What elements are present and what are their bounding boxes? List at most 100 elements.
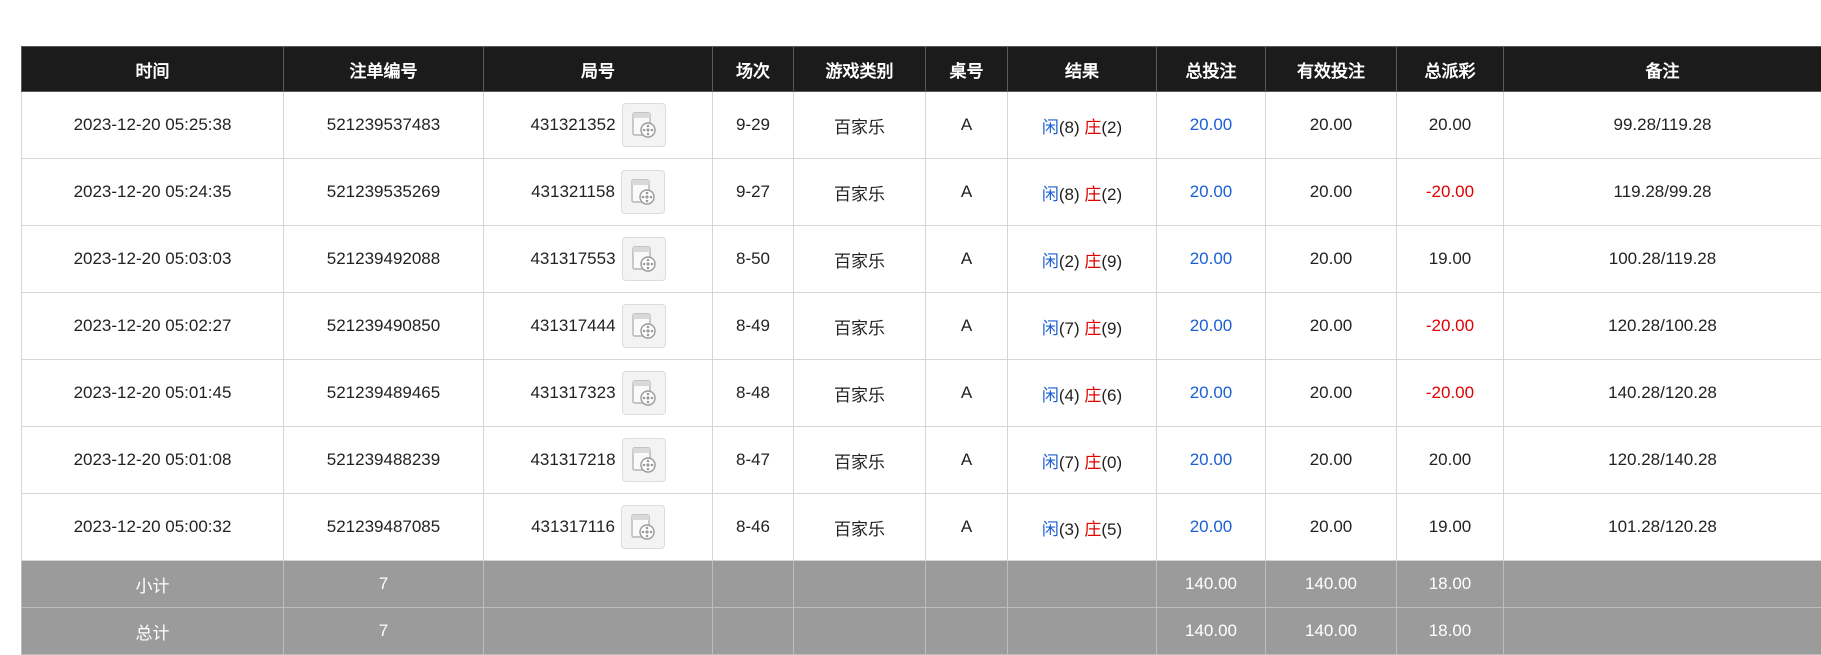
empty-cell: [1008, 608, 1157, 655]
video-replay-icon[interactable]: [622, 237, 666, 281]
cell-game-type: 百家乐: [794, 494, 926, 561]
cell-total-bet: 20.00: [1157, 226, 1266, 293]
result-banker-label: 庄: [1084, 386, 1101, 405]
video-replay-icon[interactable]: [622, 371, 666, 415]
video-replay-icon[interactable]: [622, 103, 666, 147]
result-player-label: 闲: [1042, 520, 1059, 539]
grandtotal-valid-bet: 140.00: [1266, 608, 1397, 655]
table-row: 2023-12-20 05:01:45 521239489465 4313173…: [22, 360, 1821, 427]
cell-session: 8-48: [713, 360, 794, 427]
cell-order-no: 521239487085: [284, 494, 484, 561]
video-replay-icon[interactable]: [621, 170, 665, 214]
cell-round-no: 431317553: [484, 226, 713, 293]
result-banker-label: 庄: [1084, 118, 1101, 137]
subtotal-label: 小计: [22, 561, 284, 608]
cell-time: 2023-12-20 05:00:32: [22, 494, 284, 561]
result-player-label: 闲: [1042, 453, 1059, 472]
header-remark: 备注: [1504, 47, 1821, 92]
cell-table-no: A: [926, 92, 1008, 159]
cell-game-type: 百家乐: [794, 293, 926, 360]
cell-table-no: A: [926, 360, 1008, 427]
subtotal-total-bet: 140.00: [1157, 561, 1266, 608]
cell-payout: -20.00: [1397, 293, 1504, 360]
empty-cell: [794, 561, 926, 608]
empty-cell: [1504, 608, 1821, 655]
cell-game-type: 百家乐: [794, 427, 926, 494]
grandtotal-total-bet: 140.00: [1157, 608, 1266, 655]
cell-total-bet: 20.00: [1157, 494, 1266, 561]
result-player-value: (3): [1059, 520, 1080, 539]
cell-result: 闲(3) 庄(5): [1008, 494, 1157, 561]
grandtotal-count: 7: [284, 608, 484, 655]
grandtotal-payout: 18.00: [1397, 608, 1504, 655]
cell-round-no: 431317218: [484, 427, 713, 494]
cell-remark: 120.28/100.28: [1504, 293, 1821, 360]
empty-cell: [713, 608, 794, 655]
cell-session: 9-29: [713, 92, 794, 159]
cell-time: 2023-12-20 05:25:38: [22, 92, 284, 159]
cell-valid-bet: 20.00: [1266, 494, 1397, 561]
cell-remark: 119.28/99.28: [1504, 159, 1821, 226]
cell-remark: 101.28/120.28: [1504, 494, 1821, 561]
cell-result: 闲(8) 庄(2): [1008, 92, 1157, 159]
result-banker-value: (0): [1101, 453, 1122, 472]
header-time: 时间: [22, 47, 284, 92]
cell-table-no: A: [926, 159, 1008, 226]
cell-total-bet: 20.00: [1157, 427, 1266, 494]
cell-payout: 19.00: [1397, 494, 1504, 561]
result-player-value: (8): [1059, 118, 1080, 137]
video-replay-icon[interactable]: [622, 438, 666, 482]
table-header-row: 时间 注单编号 局号 场次 游戏类别 桌号 结果 总投注 有效投注 总派彩 备注: [22, 47, 1821, 92]
cell-session: 8-50: [713, 226, 794, 293]
grandtotal-label: 总计: [22, 608, 284, 655]
header-valid-bet: 有效投注: [1266, 47, 1397, 92]
cell-total-bet: 20.00: [1157, 293, 1266, 360]
video-replay-icon[interactable]: [621, 505, 665, 549]
result-player-label: 闲: [1042, 252, 1059, 271]
empty-cell: [484, 561, 713, 608]
cell-valid-bet: 20.00: [1266, 92, 1397, 159]
result-banker-value: (6): [1101, 386, 1122, 405]
round-no-text: 431317323: [530, 383, 615, 403]
cell-total-bet: 20.00: [1157, 159, 1266, 226]
cell-payout: 19.00: [1397, 226, 1504, 293]
round-no-text: 431321158: [531, 182, 615, 202]
result-player-label: 闲: [1042, 319, 1059, 338]
cell-payout: -20.00: [1397, 159, 1504, 226]
table-row: 2023-12-20 05:02:27 521239490850 4313174…: [22, 293, 1821, 360]
subtotal-payout: 18.00: [1397, 561, 1504, 608]
round-no-text: 431321352: [530, 115, 615, 135]
cell-valid-bet: 20.00: [1266, 427, 1397, 494]
result-banker-value: (9): [1101, 319, 1122, 338]
result-banker-label: 庄: [1084, 252, 1101, 271]
cell-order-no: 521239492088: [284, 226, 484, 293]
cell-time: 2023-12-20 05:03:03: [22, 226, 284, 293]
result-player-value: (7): [1059, 319, 1080, 338]
empty-cell: [713, 561, 794, 608]
cell-time: 2023-12-20 05:24:35: [22, 159, 284, 226]
bet-records-panel: 时间 注单编号 局号 场次 游戏类别 桌号 结果 总投注 有效投注 总派彩 备注…: [21, 46, 1821, 652]
cell-remark: 120.28/140.28: [1504, 427, 1821, 494]
header-total-bet: 总投注: [1157, 47, 1266, 92]
cell-time: 2023-12-20 05:01:08: [22, 427, 284, 494]
round-no-text: 431317116: [531, 517, 615, 537]
cell-session: 8-46: [713, 494, 794, 561]
cell-round-no: 431321158: [484, 159, 713, 226]
video-replay-icon[interactable]: [622, 304, 666, 348]
table-row: 2023-12-20 05:24:35 521239535269 4313211…: [22, 159, 1821, 226]
header-total-payout: 总派彩: [1397, 47, 1504, 92]
cell-table-no: A: [926, 494, 1008, 561]
header-session: 场次: [713, 47, 794, 92]
cell-time: 2023-12-20 05:01:45: [22, 360, 284, 427]
header-table-no: 桌号: [926, 47, 1008, 92]
result-player-value: (2): [1059, 252, 1080, 271]
empty-cell: [926, 561, 1008, 608]
cell-order-no: 521239537483: [284, 92, 484, 159]
cell-order-no: 521239489465: [284, 360, 484, 427]
result-banker-value: (2): [1101, 118, 1122, 137]
empty-cell: [484, 608, 713, 655]
result-banker-value: (9): [1101, 252, 1122, 271]
cell-payout: 20.00: [1397, 427, 1504, 494]
cell-result: 闲(7) 庄(9): [1008, 293, 1157, 360]
header-result: 结果: [1008, 47, 1157, 92]
